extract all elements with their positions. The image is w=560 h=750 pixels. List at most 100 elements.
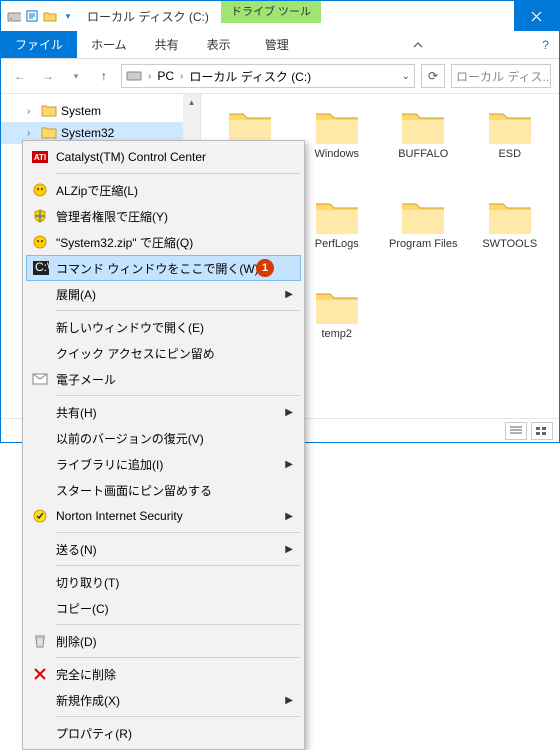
xred-icon bbox=[32, 666, 48, 682]
menu-item-label: コマンド ウィンドウをここで開く(W) bbox=[56, 260, 259, 277]
breadcrumb-drive[interactable]: ローカル ディスク (C:) bbox=[189, 68, 311, 85]
menu-separator bbox=[56, 624, 300, 625]
refresh-button[interactable]: ⟳ bbox=[421, 64, 445, 88]
folder-item[interactable]: Program Files bbox=[382, 196, 465, 282]
menu-item-label: "System32.zip" で圧縮(Q) bbox=[56, 234, 193, 251]
ribbon-help-icon[interactable]: ? bbox=[532, 31, 559, 58]
folder-item[interactable]: Windows bbox=[296, 106, 379, 192]
folder-item[interactable]: SWTOOLS bbox=[469, 196, 552, 282]
chevron-right-icon[interactable]: › bbox=[148, 71, 151, 82]
folder-label: SWTOOLS bbox=[482, 238, 537, 251]
menu-item[interactable]: プロパティ(R) bbox=[26, 720, 301, 746]
folder-item[interactable]: BUFFALO bbox=[382, 106, 465, 192]
icons-view-button[interactable] bbox=[531, 422, 553, 440]
menu-item[interactable]: 展開(A)▶ bbox=[26, 281, 301, 307]
alzip-icon bbox=[32, 234, 48, 250]
ati-icon: ATI bbox=[32, 149, 48, 165]
context-menu: ATI Catalyst(TM) Control Center ALZipで圧縮(L… bbox=[22, 140, 305, 750]
menu-item[interactable]: ライブラリに追加(I)▶ bbox=[26, 451, 301, 477]
menu-item-label: Norton Internet Security bbox=[56, 509, 183, 523]
minimize-button[interactable] bbox=[424, 1, 469, 31]
folder-icon bbox=[486, 196, 534, 236]
address-bar[interactable]: › PC › ローカル ディスク (C:) ⌄ bbox=[121, 64, 415, 88]
menu-item-label: 削除(D) bbox=[56, 633, 97, 650]
menu-item[interactable]: 管理者権限で圧縮(Y) bbox=[26, 203, 301, 229]
nav-back-button[interactable]: ← bbox=[9, 65, 31, 87]
menu-item[interactable]: 新しいウィンドウで開く(E) bbox=[26, 314, 301, 340]
menu-item-label: 共有(H) bbox=[56, 404, 97, 421]
alzip-icon bbox=[32, 182, 48, 198]
menu-separator bbox=[56, 173, 300, 174]
expand-icon[interactable]: › bbox=[27, 128, 30, 139]
menu-item-label: クイック アクセスにピン留め bbox=[56, 345, 215, 362]
qat-properties-icon[interactable] bbox=[25, 9, 39, 23]
qat-newfolder-icon[interactable] bbox=[43, 9, 57, 23]
nav-up-button[interactable]: ↑ bbox=[93, 65, 115, 87]
menu-item[interactable]: クイック アクセスにピン留め bbox=[26, 340, 301, 366]
breadcrumb-pc[interactable]: PC bbox=[157, 69, 174, 83]
menu-item[interactable]: 削除(D) bbox=[26, 628, 301, 654]
address-dropdown-icon[interactable]: ⌄ bbox=[402, 71, 410, 82]
ribbon-tabs: ファイル ホーム 共有 表示 管理 ? bbox=[1, 31, 559, 59]
menu-item-label: スタート画面にピン留めする bbox=[56, 482, 212, 499]
menu-item[interactable]: 電子メール bbox=[26, 366, 301, 392]
qat-dropdown-icon[interactable]: ▾ bbox=[61, 9, 75, 23]
folder-icon bbox=[313, 286, 361, 326]
close-button[interactable] bbox=[514, 1, 559, 31]
submenu-arrow-icon: ▶ bbox=[285, 544, 293, 555]
folder-label: BUFFALO bbox=[398, 148, 448, 161]
menu-item[interactable]: 切り取り(T) bbox=[26, 569, 301, 595]
folder-icon bbox=[313, 196, 361, 236]
menu-item[interactable]: 共有(H)▶ bbox=[26, 399, 301, 425]
menu-item-label: 電子メール bbox=[56, 371, 116, 388]
menu-separator bbox=[56, 532, 300, 533]
tab-manage[interactable]: 管理 bbox=[251, 31, 303, 58]
drive-tools-tab[interactable]: ドライブ ツール bbox=[221, 1, 321, 23]
menu-item-label: Catalyst(TM) Control Center bbox=[56, 150, 206, 164]
annotation-badge: 1 bbox=[256, 259, 274, 277]
menu-item[interactable]: Norton Internet Security▶ bbox=[26, 503, 301, 529]
tab-home[interactable]: ホーム bbox=[77, 31, 141, 58]
nav-recent-dropdown[interactable]: ▾ bbox=[65, 65, 87, 87]
menu-item[interactable]: 以前のバージョンの復元(V) bbox=[26, 425, 301, 451]
folder-label: Program Files bbox=[389, 238, 457, 251]
folder-item[interactable]: temp2 bbox=[296, 286, 379, 372]
menu-item-label: 完全に削除 bbox=[56, 666, 116, 683]
menu-item[interactable]: "System32.zip" で圧縮(Q) bbox=[26, 229, 301, 255]
submenu-arrow-icon: ▶ bbox=[285, 459, 293, 470]
maximize-button[interactable] bbox=[469, 1, 514, 31]
folder-label: PerfLogs bbox=[315, 238, 359, 251]
folder-item[interactable]: ESD bbox=[469, 106, 552, 192]
folder-item[interactable]: PerfLogs bbox=[296, 196, 379, 282]
menu-item-label: プロパティ(R) bbox=[56, 725, 132, 742]
tab-share[interactable]: 共有 bbox=[141, 31, 193, 58]
menu-item[interactable]: ATI Catalyst(TM) Control Center bbox=[26, 144, 301, 170]
menu-item-label: 以前のバージョンの復元(V) bbox=[56, 430, 204, 447]
menu-item[interactable]: コピー(C) bbox=[26, 595, 301, 621]
menu-item[interactable]: スタート画面にピン留めする bbox=[26, 477, 301, 503]
folder-icon bbox=[41, 103, 57, 120]
tab-file[interactable]: ファイル bbox=[1, 31, 77, 58]
menu-item[interactable]: C:\ コマンド ウィンドウをここで開く(W)1 bbox=[26, 255, 301, 281]
menu-item[interactable]: 送る(N)▶ bbox=[26, 536, 301, 562]
cmd-icon: C:\ bbox=[33, 260, 49, 276]
tree-item-system[interactable]: › System bbox=[1, 100, 200, 122]
menu-item[interactable]: 新規作成(X)▶ bbox=[26, 687, 301, 713]
search-input[interactable]: ローカル ディス... bbox=[451, 64, 551, 88]
submenu-arrow-icon: ▶ bbox=[285, 289, 293, 300]
menu-item[interactable]: 完全に削除 bbox=[26, 661, 301, 687]
nav-forward-button[interactable]: → bbox=[37, 65, 59, 87]
norton-icon bbox=[32, 508, 48, 524]
tab-view[interactable]: 表示 bbox=[193, 31, 245, 58]
folder-icon bbox=[399, 106, 447, 146]
submenu-arrow-icon: ▶ bbox=[285, 695, 293, 706]
tree-item-label: System32 bbox=[61, 126, 114, 140]
ribbon-expand-icon[interactable] bbox=[402, 31, 434, 58]
menu-item-label: 切り取り(T) bbox=[56, 574, 119, 591]
expand-icon[interactable]: › bbox=[27, 106, 30, 117]
menu-separator bbox=[56, 565, 300, 566]
details-view-button[interactable] bbox=[505, 422, 527, 440]
chevron-right-icon[interactable]: › bbox=[180, 71, 183, 82]
menu-item[interactable]: ALZipで圧縮(L) bbox=[26, 177, 301, 203]
scroll-up-icon[interactable]: ▴ bbox=[183, 94, 200, 111]
